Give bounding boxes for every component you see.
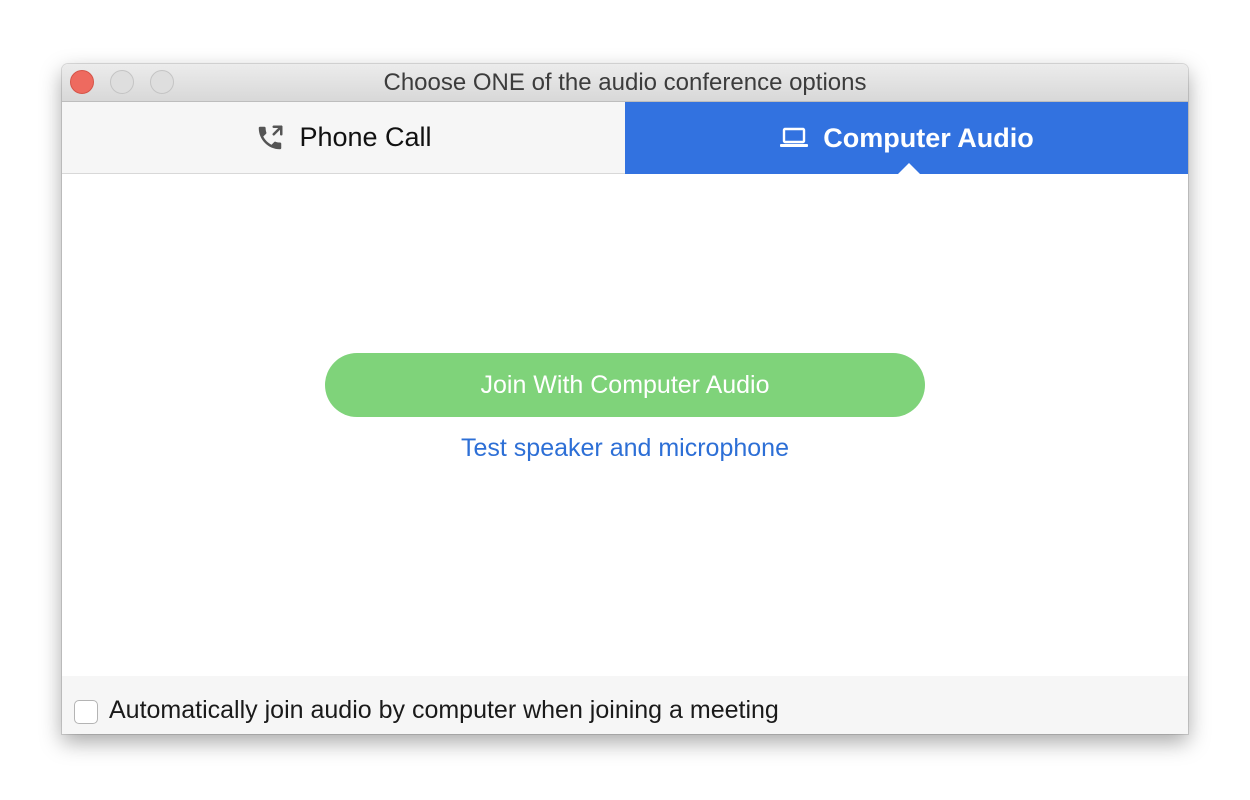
tab-phone-call-label: Phone Call (299, 122, 432, 152)
auto-join-label[interactable]: Automatically join audio by computer whe… (109, 696, 779, 725)
footer: Automatically join audio by computer whe… (62, 676, 1188, 734)
phone-icon (255, 123, 285, 153)
window-title: Choose ONE of the audio conference optio… (383, 69, 867, 96)
tab-computer-audio-label: Computer Audio (823, 122, 1034, 153)
test-speaker-microphone-link[interactable]: Test speaker and microphone (62, 434, 1188, 463)
title-bar[interactable]: Choose ONE of the audio conference optio… (62, 64, 1188, 102)
tab-phone-call[interactable]: Phone Call (62, 102, 625, 174)
join-computer-audio-button[interactable]: Join With Computer Audio (325, 353, 925, 417)
audio-option-tabs: Phone Call Computer Audio (62, 102, 1188, 174)
audio-options-window: Choose ONE of the audio conference optio… (62, 64, 1188, 734)
auto-join-checkbox[interactable] (74, 700, 98, 724)
laptop-icon (779, 126, 809, 150)
selected-tab-indicator (898, 163, 920, 174)
